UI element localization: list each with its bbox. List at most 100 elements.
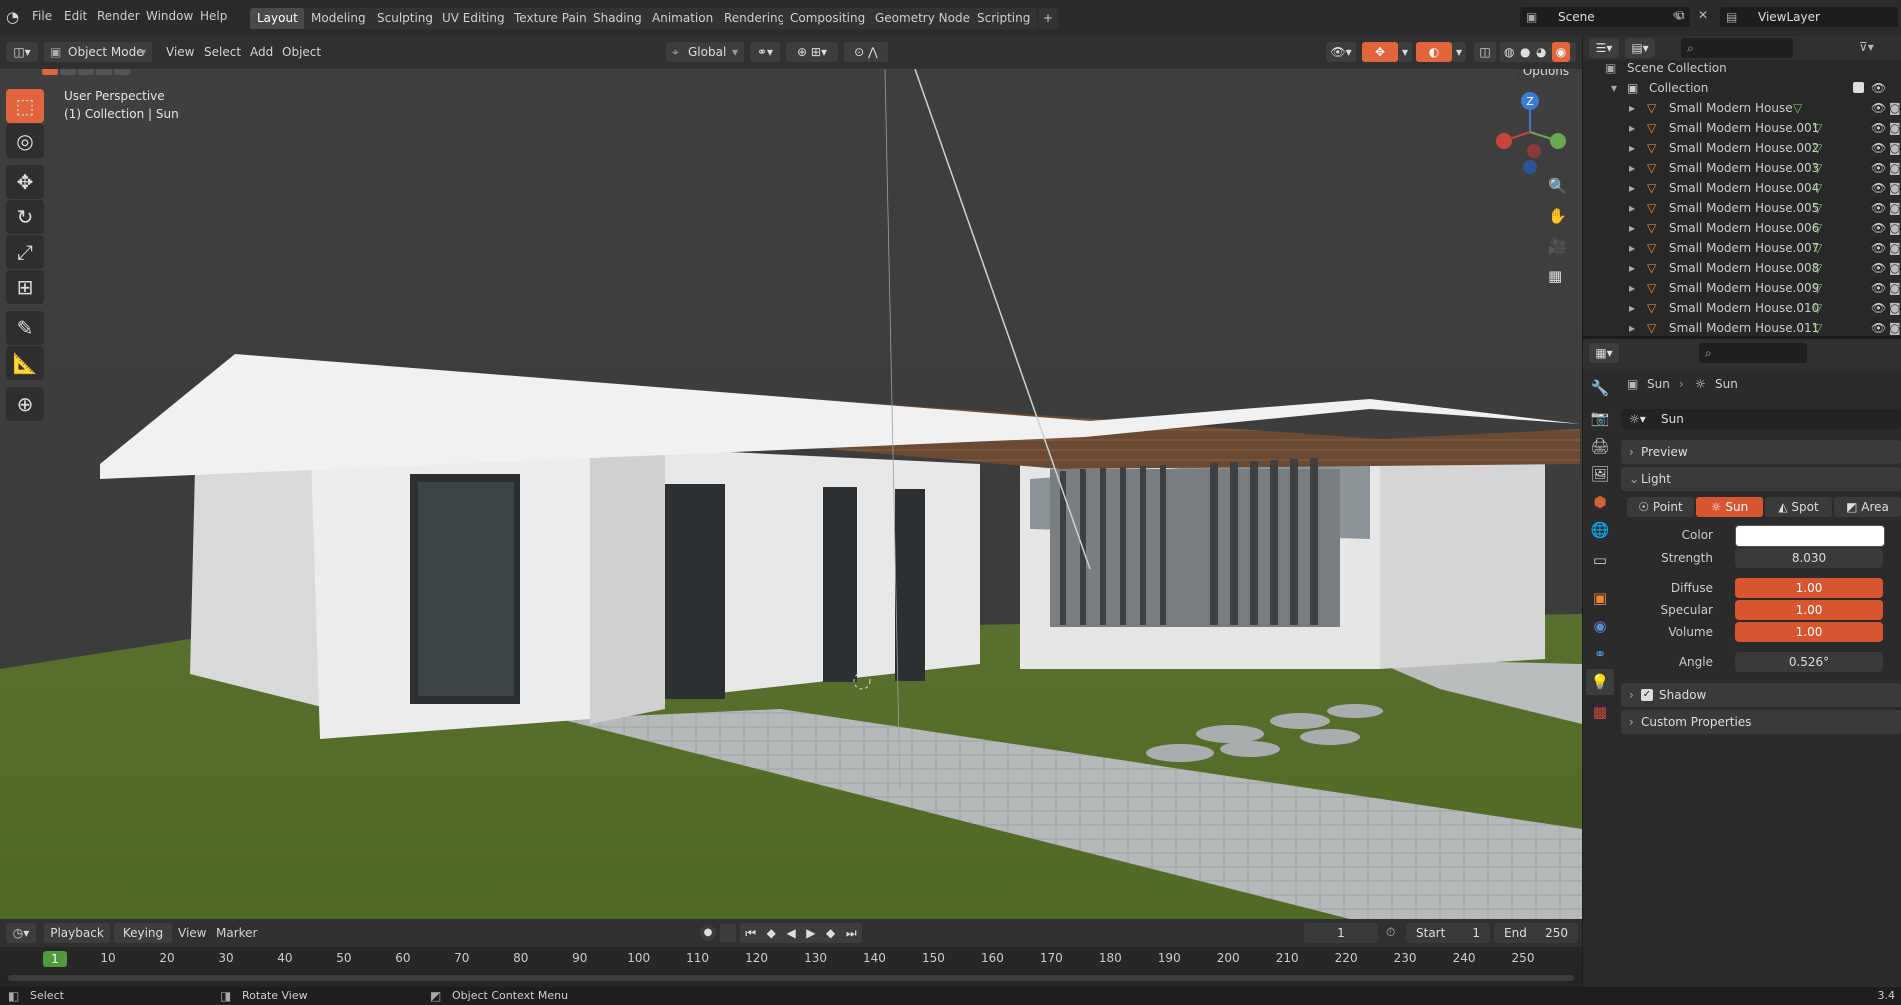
light-type-area-button[interactable]: ◩ Area — [1834, 497, 1901, 517]
camera-render-icon[interactable]: ◙ — [1889, 158, 1901, 178]
view-layer-selector[interactable]: ▤ ViewLayer — [1720, 7, 1898, 27]
eye-icon[interactable]: 👁 — [1871, 218, 1886, 238]
expand-arrow-icon[interactable]: ▸ — [1629, 258, 1635, 278]
tab-sculpting[interactable]: Sculpting — [370, 8, 441, 29]
pivot-point-button[interactable]: ⚭▾ — [750, 42, 780, 62]
expand-arrow-icon[interactable]: ▸ — [1629, 178, 1635, 198]
select-subtract-icon[interactable] — [78, 69, 94, 75]
volume-slider[interactable]: 1.00 — [1735, 622, 1883, 642]
viewport-menu-add[interactable]: Add — [250, 45, 273, 59]
camera-render-icon[interactable]: ◙ — [1889, 298, 1901, 318]
outliner-object-row[interactable]: ▸ ▽ Small Modern House.009 ▽ 👁 ◙ — [1583, 278, 1901, 298]
expand-arrow-icon[interactable]: ▸ — [1629, 298, 1635, 318]
select-box-tool-icon[interactable]: ⬚ — [6, 89, 44, 123]
navigation-gizmo[interactable]: Z — [1490, 89, 1570, 179]
delete-scene-icon[interactable]: ✕ — [1698, 8, 1708, 22]
jump-keyframe-forward-icon[interactable]: ◆ — [826, 923, 835, 943]
outliner-object-row[interactable]: ▸ ▽ Small Modern House.003 ▽ 👁 ◙ — [1583, 158, 1901, 178]
cursor-tool-icon[interactable]: ◎ — [6, 124, 44, 158]
rendered-shading-icon[interactable]: ◉ — [1552, 42, 1570, 62]
timeline-scrollbar[interactable] — [8, 975, 1574, 981]
blender-logo-icon[interactable]: ◔ — [6, 8, 24, 26]
scene-tab-icon[interactable]: ⬢ — [1586, 489, 1614, 515]
move-tool-icon[interactable]: ✥ — [6, 165, 44, 199]
outliner-object-row[interactable]: ▸ ▽ Small Modern House.002 ▽ 👁 ◙ — [1583, 138, 1901, 158]
outliner-object-row[interactable]: ▸ ▽ Small Modern House.006 ▽ 👁 ◙ — [1583, 218, 1901, 238]
eye-icon[interactable]: 👁 — [1871, 258, 1886, 278]
viewport-menu-select[interactable]: Select — [204, 45, 241, 59]
light-type-sun-button[interactable]: ☼ Sun — [1696, 497, 1763, 517]
editor-type-button[interactable]: ◫▾ — [6, 42, 38, 62]
camera-render-icon[interactable]: ◙ — [1889, 178, 1901, 198]
outliner-object-row[interactable]: ▸ ▽ Small Modern House.001 ▽ 👁 ◙ — [1583, 118, 1901, 138]
eye-icon[interactable]: 👁 — [1871, 318, 1886, 338]
camera-render-icon[interactable]: ◙ — [1889, 258, 1901, 278]
eye-icon[interactable]: 👁 — [1871, 238, 1886, 258]
light-type-point-button[interactable]: ☉ Point — [1627, 497, 1694, 517]
output-tab-icon[interactable]: 🖨 — [1586, 433, 1614, 459]
expand-arrow-icon[interactable]: ▸ — [1629, 158, 1635, 178]
camera-render-icon[interactable]: ◙ — [1889, 118, 1901, 138]
outliner-object-row[interactable]: ▸ ▽ Small Modern House.005 ▽ 👁 ◙ — [1583, 198, 1901, 218]
expand-arrow-icon[interactable]: ▸ — [1629, 138, 1635, 158]
frame-ruler[interactable]: 1 10 20 30 40 50 60 70 80 90 100 110 120 130 140 150 160… — [0, 947, 1582, 969]
tab-compositing[interactable]: Compositing — [783, 8, 873, 29]
jump-start-icon[interactable]: ⏮ — [745, 923, 756, 943]
perspective-toggle-icon[interactable]: ▦ — [1548, 267, 1562, 285]
camera-view-icon[interactable]: 🎥 — [1548, 237, 1567, 255]
measure-tool-icon[interactable]: 📐 — [6, 346, 44, 380]
record-icon[interactable]: ● — [700, 925, 716, 941]
transform-orientation-selector[interactable]: ⌖ Global ▾ — [666, 42, 744, 62]
pan-hand-icon[interactable]: ✋ — [1548, 207, 1567, 225]
current-frame-field[interactable]: 1 — [1304, 923, 1378, 943]
outliner-editor-type-icon[interactable]: ☰▾ — [1589, 38, 1619, 58]
light-type-spot-button[interactable]: ◭ Spot — [1765, 497, 1832, 517]
outliner-object-row[interactable]: ▸ ▽ Small Modern House.011 ▽ 👁 ◙ — [1583, 318, 1901, 338]
tool-tab-icon[interactable]: 🔧 — [1586, 375, 1614, 401]
snap-button[interactable]: ⊕ ⊞▾ — [786, 42, 838, 62]
properties-search-input[interactable]: ⌕ — [1699, 343, 1807, 363]
camera-render-icon[interactable]: ◙ — [1889, 318, 1901, 338]
play-reverse-icon[interactable]: ◀ — [786, 923, 795, 943]
select-extend-icon[interactable] — [60, 69, 76, 75]
mode-selector[interactable]: ▣ Object Mode ▾ — [44, 42, 152, 62]
solid-shading-icon[interactable]: ● — [1520, 42, 1530, 62]
tab-layout[interactable]: Layout — [250, 8, 305, 29]
expand-arrow-icon[interactable]: ▸ — [1629, 218, 1635, 238]
tab-uv-editing[interactable]: UV Editing — [435, 8, 512, 29]
options-button[interactable]: Options — [1516, 69, 1576, 81]
select-intersect-icon[interactable] — [114, 69, 130, 75]
jump-end-icon[interactable]: ⏭ — [846, 923, 857, 943]
shadow-panel-header[interactable]: › ✓ Shadow — [1621, 683, 1901, 707]
outliner-object-row[interactable]: ▸ ▽ Small Modern House ▽ 👁 ◙ — [1583, 98, 1901, 118]
scene-collection-row[interactable]: ▣ Scene Collection — [1583, 58, 1901, 78]
tab-geometry-nodes[interactable]: Geometry Nodes — [868, 8, 984, 29]
jump-keyframe-back-icon[interactable]: ◆ — [767, 923, 776, 943]
expand-arrow-icon[interactable]: ▾ — [1611, 78, 1617, 98]
play-icon[interactable]: ▶ — [806, 923, 815, 943]
tab-shading[interactable]: Shading — [586, 8, 649, 29]
camera-render-icon[interactable]: ◙ — [1889, 278, 1901, 298]
light-panel-header[interactable]: ⌄ Light — [1621, 467, 1901, 491]
eye-icon[interactable]: 👁 — [1871, 98, 1886, 118]
render-tab-icon[interactable]: 📷 — [1586, 405, 1614, 431]
camera-render-icon[interactable]: ◙ — [1889, 138, 1901, 158]
menu-window[interactable]: Window — [146, 9, 193, 23]
expand-arrow-icon[interactable]: ▸ — [1629, 278, 1635, 298]
material-shading-icon[interactable]: ◕ — [1536, 42, 1546, 62]
camera-render-icon[interactable]: ◙ — [1889, 238, 1901, 258]
current-frame-marker[interactable]: 1 — [43, 951, 67, 967]
outliner-object-row[interactable]: ▸ ▽ Small Modern House.007 ▽ 👁 ◙ — [1583, 238, 1901, 258]
expand-arrow-icon[interactable]: ▸ — [1629, 238, 1635, 258]
strength-field[interactable]: 8.030 — [1735, 548, 1883, 568]
start-frame-field[interactable]: Start 1 — [1406, 923, 1490, 943]
viewport-menu-object[interactable]: Object — [282, 45, 321, 59]
menu-help[interactable]: Help — [200, 9, 227, 23]
outliner-object-row[interactable]: ▸ ▽ Small Modern House.010 ▽ 👁 ◙ — [1583, 298, 1901, 318]
eye-icon[interactable]: 👁 — [1871, 298, 1886, 318]
collection-checkbox[interactable] — [1853, 82, 1864, 93]
wireframe-shading-icon[interactable]: ◍ — [1504, 42, 1514, 62]
select-new-icon[interactable] — [42, 69, 58, 75]
visibility-button[interactable]: 👁▾ — [1326, 42, 1356, 62]
expand-arrow-icon[interactable]: ▸ — [1629, 98, 1635, 118]
